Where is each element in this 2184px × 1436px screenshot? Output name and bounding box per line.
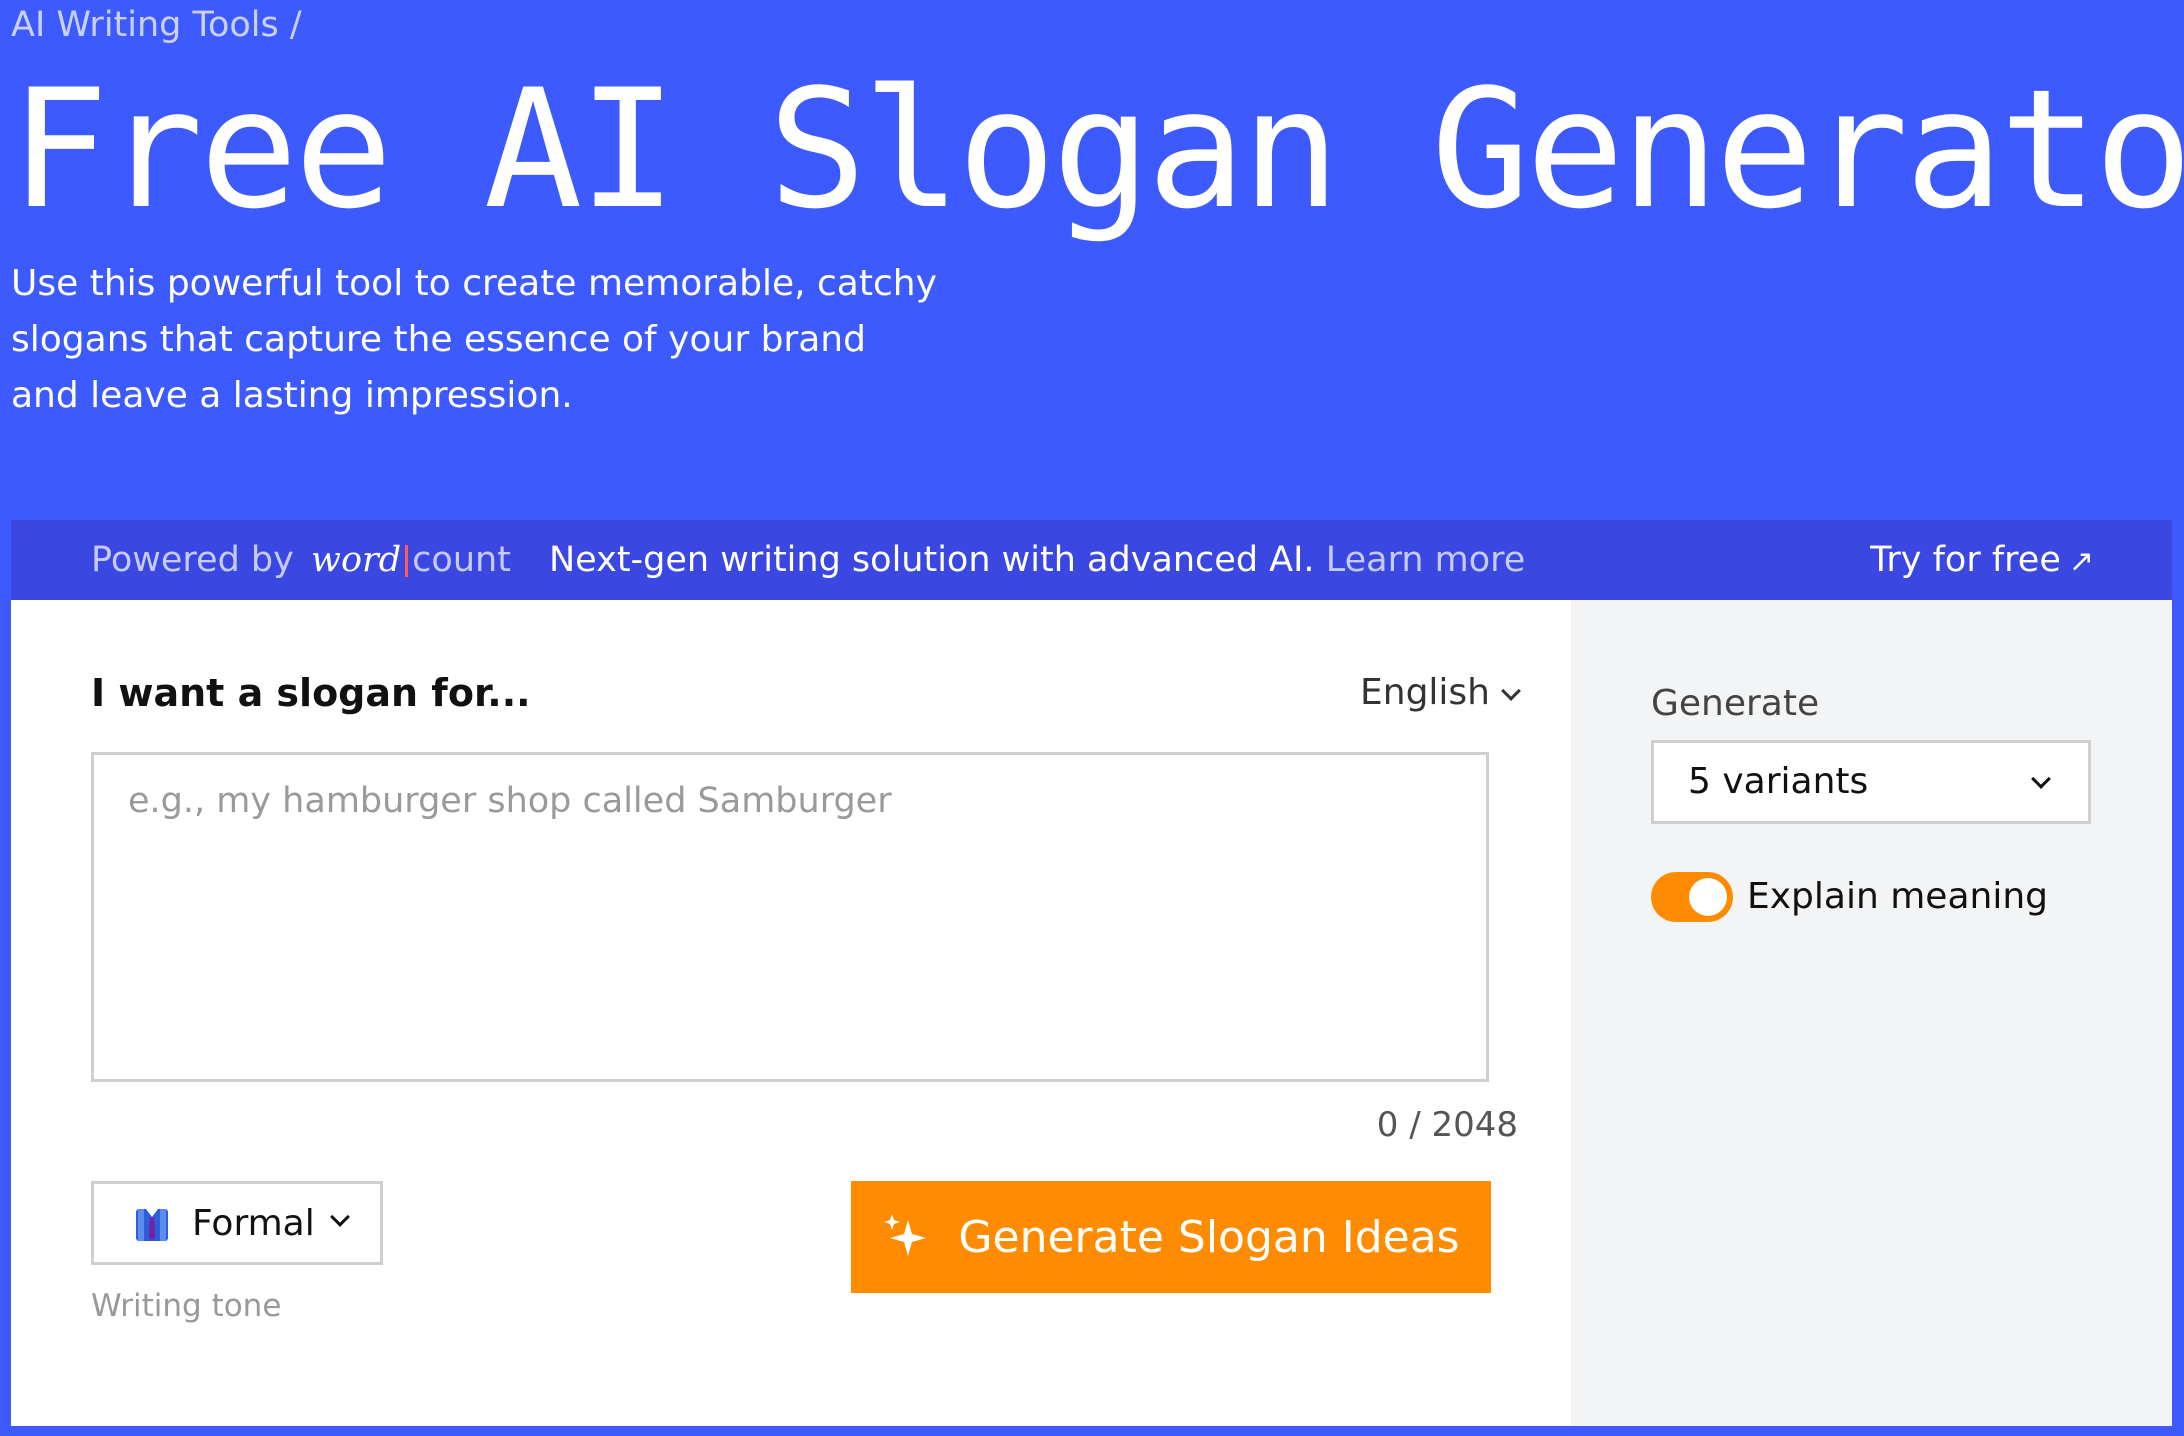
- promo-message-text: Next-gen writing solution with advanced …: [549, 540, 1315, 580]
- promo-bar: Powered by word count Next-gen writing so…: [11, 520, 2172, 600]
- language-select-value: English: [1360, 672, 1490, 713]
- chevron-down-icon: [329, 1207, 350, 1227]
- wordcount-logo[interactable]: word count: [311, 520, 511, 600]
- generate-slogan-button[interactable]: Generate Slogan Ideas: [851, 1181, 1491, 1293]
- learn-more-link[interactable]: Learn more: [1326, 540, 1526, 580]
- generate-slogan-label: Generate Slogan Ideas: [958, 1211, 1460, 1263]
- slogan-input-label: I want a slogan for...: [91, 671, 531, 715]
- writing-tone-value: Formal: [192, 1202, 315, 1244]
- powered-by: Powered by word count: [91, 520, 511, 600]
- try-for-free-link[interactable]: Try for free ↗: [1870, 520, 2094, 602]
- slogan-input[interactable]: [91, 752, 1489, 1082]
- logo-cursor: [405, 545, 409, 577]
- suit-icon: [136, 1209, 168, 1241]
- powered-by-label: Powered by: [91, 540, 294, 580]
- character-count: 0 / 2048: [1376, 1105, 1518, 1145]
- explain-meaning-label: Explain meaning: [1747, 876, 2048, 917]
- promo-message: Next-gen writing solution with advanced …: [549, 520, 1525, 600]
- toggle-knob: [1689, 878, 1727, 916]
- breadcrumb[interactable]: AI Writing Tools /: [11, 2, 302, 48]
- chevron-down-icon: [2031, 769, 2051, 789]
- arrow-up-right-icon: ↗: [2068, 544, 2094, 579]
- try-for-free-label: Try for free: [1870, 540, 2061, 580]
- slogan-form-panel: I want a slogan for... English 0 / 2048 …: [11, 600, 1571, 1426]
- logo-count: count: [412, 540, 511, 580]
- variants-select-value: 5 variants: [1688, 761, 1869, 802]
- logo-word: word: [311, 540, 402, 580]
- writing-tone-caption: Writing tone: [91, 1288, 282, 1324]
- options-panel: Generate 5 variants Explain meaning: [1571, 600, 2172, 1426]
- explain-meaning-toggle[interactable]: [1651, 872, 1733, 922]
- page-title: Free AI Slogan Generator: [10, 54, 2184, 245]
- writing-tone-select[interactable]: Formal: [91, 1181, 383, 1265]
- language-select[interactable]: English: [1360, 669, 1521, 717]
- chevron-down-icon: [1501, 681, 1521, 701]
- generate-count-label: Generate: [1651, 683, 1820, 724]
- sparkle-icon: [884, 1214, 927, 1256]
- page-subtitle: Use this powerful tool to create memorab…: [11, 263, 937, 416]
- variants-select[interactable]: 5 variants: [1651, 740, 2091, 824]
